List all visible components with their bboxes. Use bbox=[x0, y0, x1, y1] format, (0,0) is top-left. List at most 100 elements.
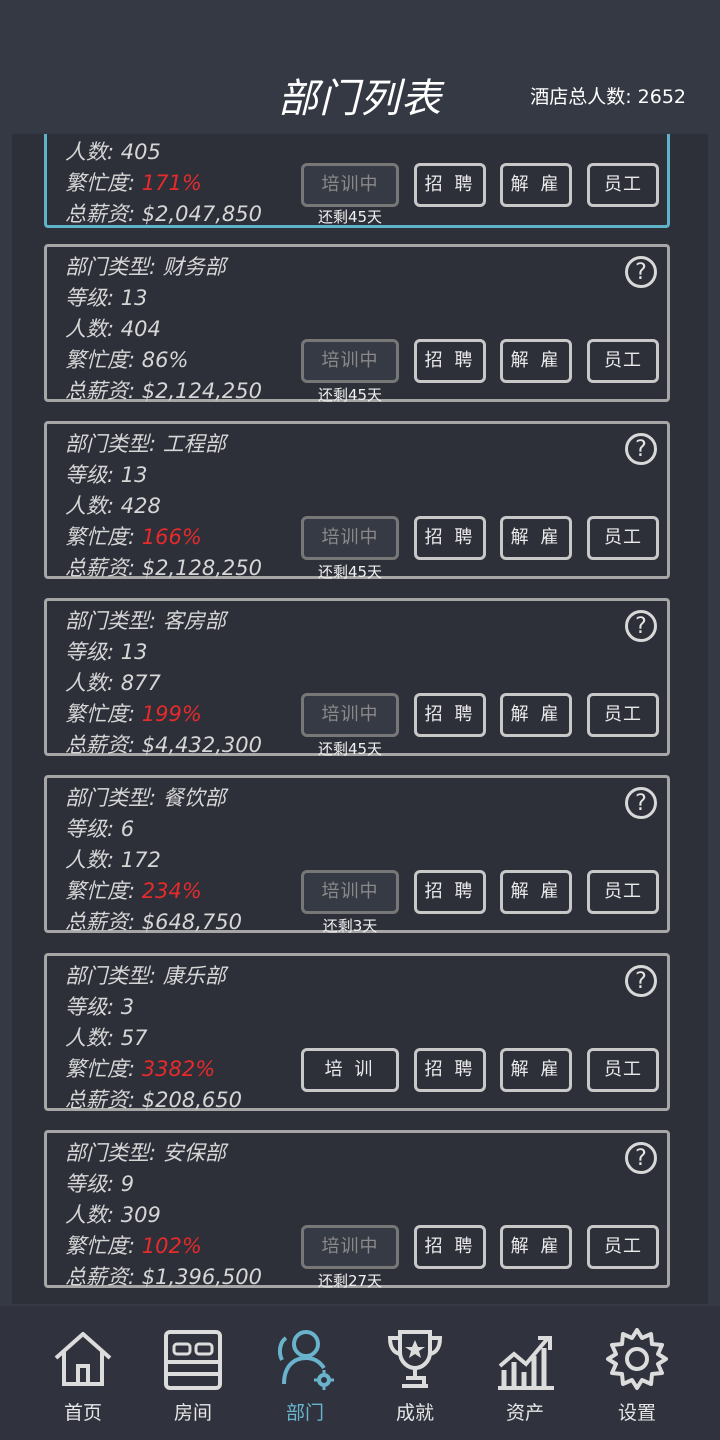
training-remaining: 还剩45天 bbox=[317, 563, 383, 581]
fire-button[interactable]: 解 雇 bbox=[500, 339, 572, 383]
recruit-button[interactable]: 招 聘 bbox=[414, 163, 486, 207]
dept-busy-value: 3382% bbox=[141, 1057, 216, 1081]
dept-busy-value: 234% bbox=[141, 879, 202, 903]
dept-level: 等级: 9 bbox=[65, 1172, 135, 1196]
dept-count: 人数: 404 bbox=[65, 317, 161, 341]
bed-icon bbox=[164, 1330, 222, 1390]
nav-item-gear[interactable]: 设置 bbox=[582, 1306, 692, 1440]
nav-item-bed[interactable]: 房间 bbox=[138, 1306, 248, 1440]
recruit-button[interactable]: 招 聘 bbox=[414, 870, 486, 914]
nav-label: 资产 bbox=[505, 1402, 544, 1424]
fire-button[interactable]: 解 雇 bbox=[500, 1225, 572, 1269]
dept-type: 部门类型: 餐饮部 bbox=[65, 786, 226, 810]
help-icon[interactable]: ? bbox=[625, 256, 657, 288]
trophy-icon bbox=[387, 1330, 443, 1388]
dept-level: 等级: 13 bbox=[65, 640, 148, 664]
department-card[interactable]: 部门类型: 康乐部 等级: 3 人数: 57 繁忙度: 3382% 总薪资: $208,… bbox=[44, 953, 670, 1112]
nav-label: 首页 bbox=[63, 1402, 102, 1424]
nav-item-chart[interactable]: 资产 bbox=[470, 1306, 580, 1440]
dept-busy: 繁忙度: 102% bbox=[65, 1234, 202, 1258]
dept-busy: 繁忙度: 234% bbox=[65, 879, 202, 903]
home-icon bbox=[54, 1332, 112, 1386]
dept-level: 等级: 13 bbox=[65, 286, 148, 310]
help-icon[interactable]: ? bbox=[625, 433, 657, 465]
training-button[interactable]: 培训中 bbox=[301, 163, 399, 207]
train-button[interactable]: 培 训 bbox=[301, 1048, 399, 1092]
nav-item-home[interactable]: 首页 bbox=[28, 1306, 138, 1440]
department-card[interactable]: 部门类型: 餐饮部 等级: 6 人数: 172 繁忙度: 234% 总薪资: $648,… bbox=[44, 775, 670, 935]
staff-button[interactable]: 员工 bbox=[587, 1225, 659, 1269]
dept-type: 部门类型: 安保部 bbox=[65, 1141, 226, 1165]
hotel-total-staff: 酒店总人数: 2652 bbox=[530, 86, 686, 108]
header: 部门列表 酒店总人数: 2652 bbox=[0, 0, 720, 134]
staff-button[interactable]: 员工 bbox=[587, 163, 659, 207]
dept-type: 部门类型: 康乐部 bbox=[65, 964, 226, 988]
training-button[interactable]: 培训中 bbox=[301, 339, 399, 383]
dept-count: 人数: 172 bbox=[65, 848, 161, 872]
dept-salary: 总薪资: $1,396,500 bbox=[65, 1265, 262, 1289]
nav-label: 设置 bbox=[617, 1402, 656, 1424]
dept-type: 部门类型: 工程部 bbox=[65, 432, 226, 456]
dept-salary: 总薪资: $2,047,850 bbox=[65, 202, 262, 226]
dept-count: 人数: 428 bbox=[65, 494, 161, 518]
fire-button[interactable]: 解 雇 bbox=[500, 693, 572, 737]
training-button[interactable]: 培训中 bbox=[301, 693, 399, 737]
department-card[interactable]: 部门类型: 客房部 等级: 13 人数: 877 繁忙度: 199% 总薪资: $4,4… bbox=[44, 598, 670, 758]
dept-busy: 繁忙度: 166% bbox=[65, 525, 202, 549]
nav-label: 部门 bbox=[285, 1402, 324, 1424]
help-icon[interactable]: ? bbox=[625, 610, 657, 642]
dept-type: 部门类型: 客房部 bbox=[65, 609, 226, 633]
dept-type: 部门类型: 财务部 bbox=[65, 255, 226, 279]
department-card[interactable]: 部门类型: 工程部 等级: 13 人数: 428 繁忙度: 166% 总薪资: $2,1… bbox=[44, 421, 670, 581]
dept-count: 人数: 877 bbox=[65, 671, 161, 695]
nav-item-trophy[interactable]: 成就 bbox=[360, 1306, 470, 1440]
training-button[interactable]: 培训中 bbox=[301, 870, 399, 914]
recruit-button[interactable]: 招 聘 bbox=[414, 1225, 486, 1269]
fire-button[interactable]: 解 雇 bbox=[500, 870, 572, 914]
bottom-nav: 首页 房间 部门 成就 资产 设置 bbox=[0, 1306, 720, 1440]
help-icon[interactable]: ? bbox=[625, 965, 657, 997]
dept-salary: 总薪资: $4,432,300 bbox=[65, 733, 262, 757]
dept-busy: 繁忙度: 3382% bbox=[65, 1057, 216, 1081]
dept-salary: 总薪资: $2,124,250 bbox=[65, 379, 262, 403]
dept-count: 人数: 405 bbox=[65, 140, 161, 164]
training-button[interactable]: 培训中 bbox=[301, 516, 399, 560]
help-icon[interactable]: ? bbox=[625, 1142, 657, 1174]
chart-icon bbox=[498, 1336, 554, 1390]
recruit-button[interactable]: 招 聘 bbox=[414, 693, 486, 737]
recruit-button[interactable]: 招 聘 bbox=[414, 1048, 486, 1092]
dept-level: 等级: 13 bbox=[65, 463, 148, 487]
department-list[interactable]: 人数: 405 繁忙度: 171% 总薪资: $2,047,850 培训中 招 … bbox=[12, 134, 708, 1304]
staff-button[interactable]: 员工 bbox=[587, 693, 659, 737]
gear-icon bbox=[606, 1328, 668, 1390]
department-card[interactable]: 部门类型: 安保部 等级: 9 人数: 309 繁忙度: 102% 总薪资: $1,39… bbox=[44, 1130, 670, 1290]
fire-button[interactable]: 解 雇 bbox=[500, 516, 572, 560]
recruit-button[interactable]: 招 聘 bbox=[414, 339, 486, 383]
dept-count: 人数: 57 bbox=[65, 1026, 148, 1050]
training-remaining: 还剩45天 bbox=[317, 740, 383, 758]
dept-busy-value: 102% bbox=[141, 1234, 202, 1258]
fire-button[interactable]: 解 雇 bbox=[500, 1048, 572, 1092]
dept-busy-value: 166% bbox=[141, 525, 202, 549]
dept-count: 人数: 309 bbox=[65, 1203, 161, 1227]
dept-salary: 总薪资: $208,650 bbox=[65, 1088, 242, 1112]
training-remaining: 还剩45天 bbox=[317, 208, 383, 226]
dept-salary: 总薪资: $648,750 bbox=[65, 910, 242, 934]
training-remaining: 还剩27天 bbox=[317, 1272, 383, 1290]
nav-label: 房间 bbox=[173, 1402, 212, 1424]
dept-salary: 总薪资: $2,128,250 bbox=[65, 556, 262, 580]
dept-busy-value: 86% bbox=[141, 348, 189, 372]
staff-button[interactable]: 员工 bbox=[587, 516, 659, 560]
nav-label: 成就 bbox=[395, 1402, 434, 1424]
help-icon[interactable]: ? bbox=[625, 787, 657, 819]
staff-button[interactable]: 员工 bbox=[587, 339, 659, 383]
training-button[interactable]: 培训中 bbox=[301, 1225, 399, 1269]
staff-button[interactable]: 员工 bbox=[587, 870, 659, 914]
staff-button[interactable]: 员工 bbox=[587, 1048, 659, 1092]
dept-busy-value: 199% bbox=[141, 702, 202, 726]
recruit-button[interactable]: 招 聘 bbox=[414, 516, 486, 560]
department-card[interactable]: 部门类型: 财务部 等级: 13 人数: 404 繁忙度: 86% 总薪资: $2,12… bbox=[44, 244, 670, 404]
department-card-selected[interactable]: 人数: 405 繁忙度: 171% 总薪资: $2,047,850 培训中 招 … bbox=[44, 134, 670, 228]
fire-button[interactable]: 解 雇 bbox=[500, 163, 572, 207]
nav-item-users-gear[interactable]: 部门 bbox=[250, 1306, 360, 1440]
